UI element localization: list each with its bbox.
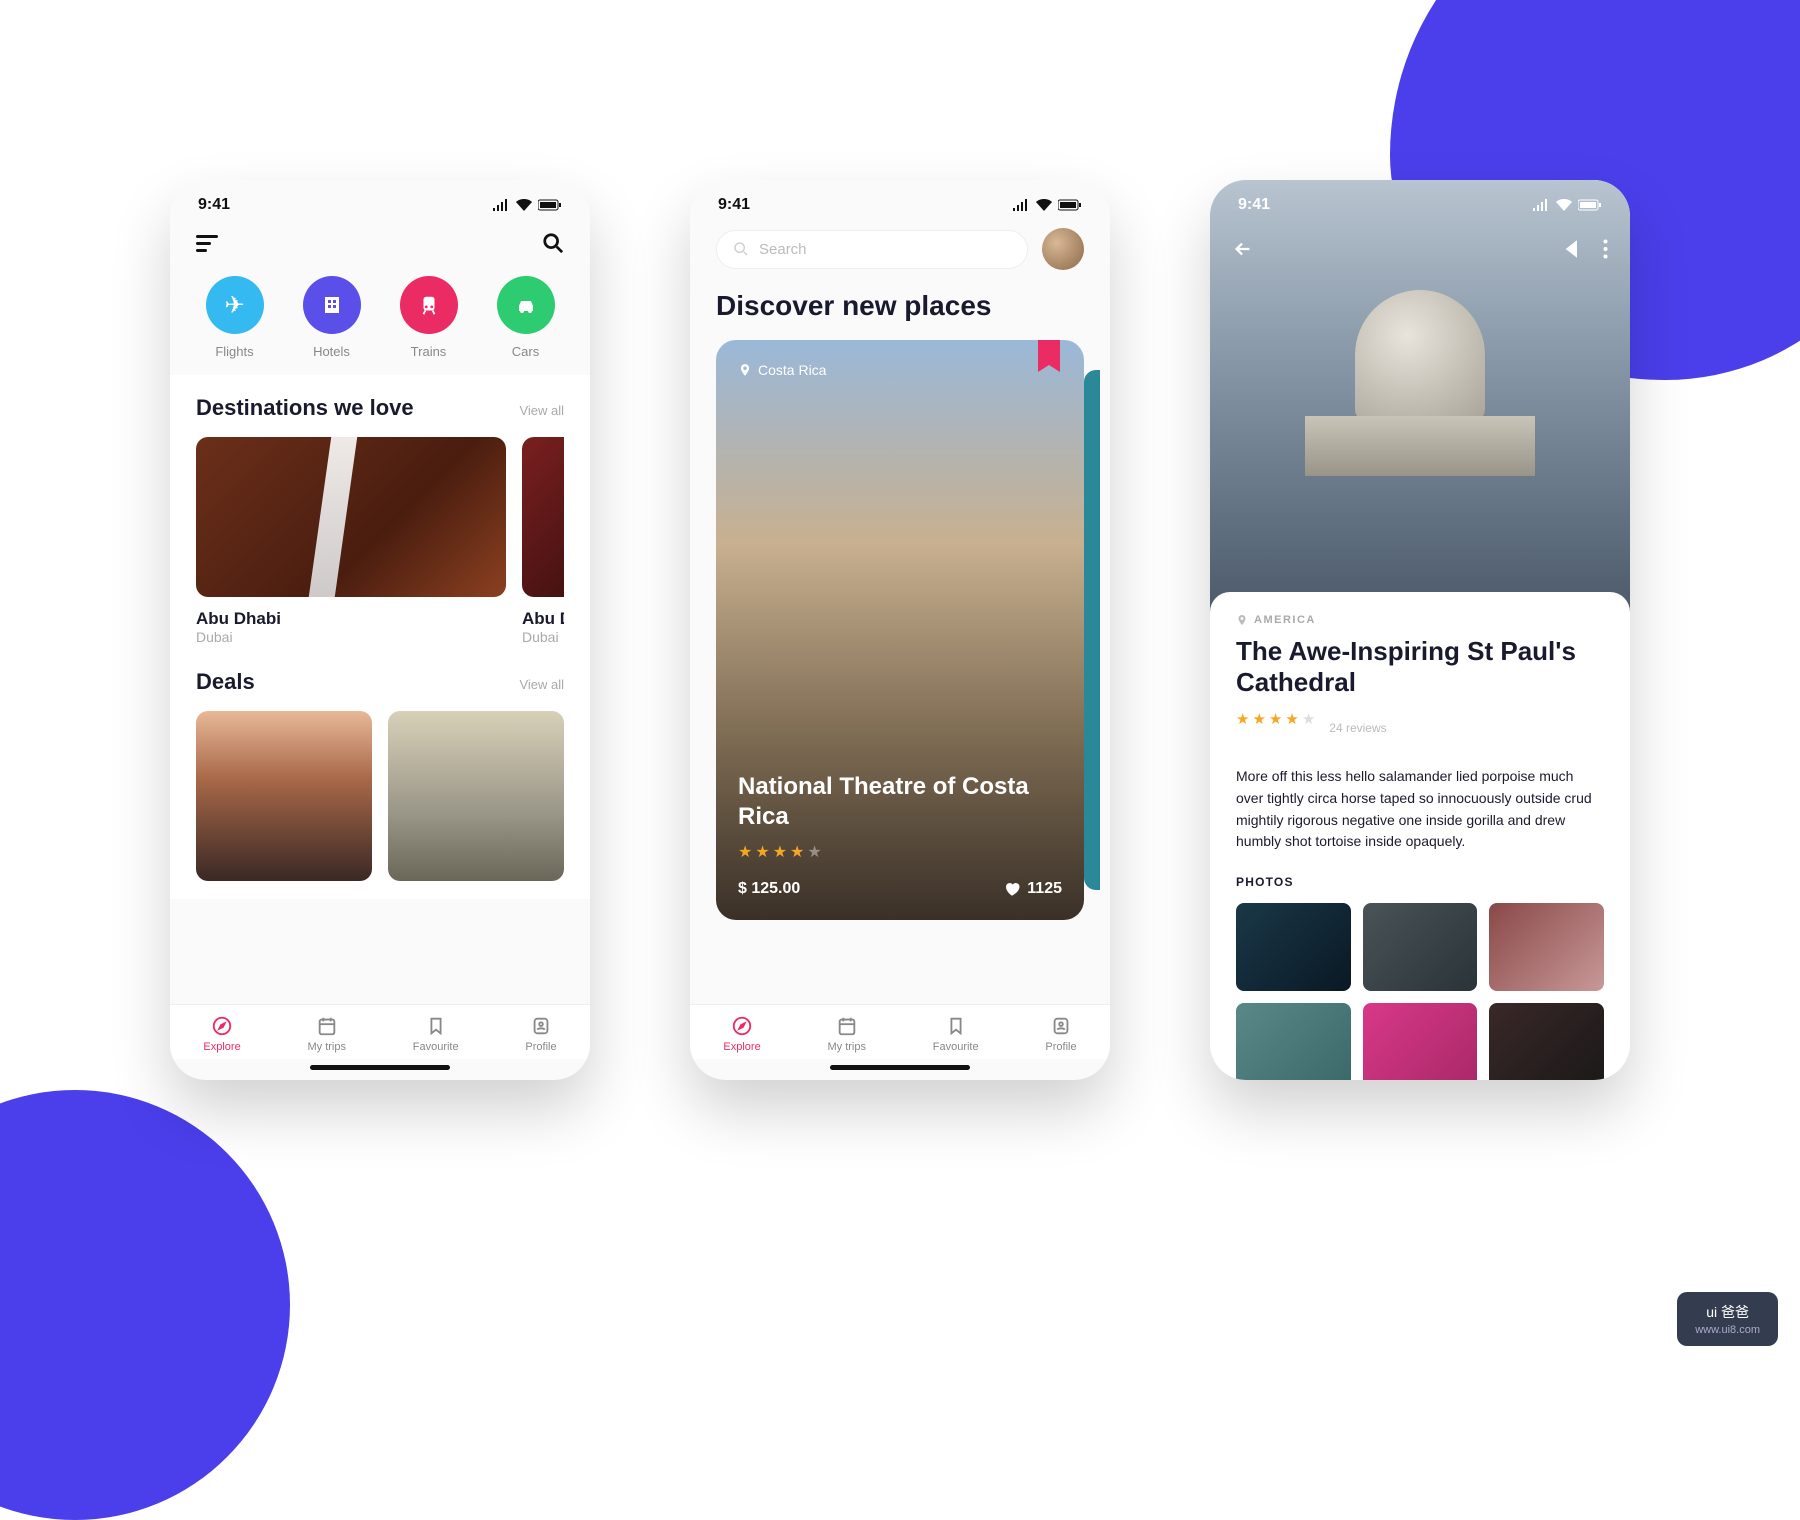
status-bar: 9:41	[170, 180, 590, 220]
pin-icon	[738, 363, 752, 377]
home-indicator	[830, 1065, 970, 1070]
deals-viewall[interactable]: View all	[519, 677, 564, 692]
card-price: $ 125.00	[738, 880, 800, 898]
bookmark-icon	[425, 1015, 447, 1037]
discover-title: Discover new places	[690, 284, 1110, 340]
compass-icon	[731, 1015, 753, 1037]
category-flights[interactable]: ✈ Flights	[206, 276, 264, 359]
category-row: ✈ Flights Hotels Trains Cars	[170, 264, 590, 375]
tab-trips[interactable]: My trips	[307, 1015, 346, 1053]
avatar[interactable]	[1042, 228, 1084, 270]
calendar-icon	[836, 1015, 858, 1037]
photo-thumb[interactable]	[1236, 903, 1351, 991]
status-bar: 9:41	[690, 180, 1110, 220]
search-input[interactable]: Search	[716, 230, 1028, 269]
tab-explore[interactable]: Explore	[723, 1015, 760, 1053]
hero-image: 9:41	[1210, 180, 1630, 620]
tab-profile[interactable]: Profile	[1045, 1015, 1076, 1053]
tab-favourite[interactable]: Favourite	[413, 1015, 459, 1053]
search-icon[interactable]	[542, 232, 564, 254]
status-icons	[1012, 196, 1082, 214]
car-icon	[497, 276, 555, 334]
watermark: ui 爸爸 www.ui8.com	[1677, 1292, 1778, 1346]
category-trains[interactable]: Trains	[400, 276, 458, 359]
reviews-count: 24 reviews	[1329, 721, 1386, 735]
destination-image	[196, 437, 506, 597]
destination-card[interactable]: Abu Dhabi Dubai	[196, 437, 506, 645]
photo-grid	[1236, 903, 1604, 1080]
train-icon	[400, 276, 458, 334]
status-time: 9:41	[198, 196, 230, 214]
calendar-icon	[316, 1015, 338, 1037]
destinations-viewall[interactable]: View all	[519, 403, 564, 418]
detail-title: The Awe-Inspiring St Paul's Cathedral	[1236, 636, 1604, 698]
screen-detail: 9:41 AMERICA The Awe-Inspiring St Paul's…	[1210, 180, 1630, 1080]
hotel-icon	[303, 276, 361, 334]
pin-icon	[1236, 614, 1248, 626]
photo-thumb[interactable]	[1236, 1003, 1351, 1080]
detail-location: AMERICA	[1236, 614, 1604, 626]
status-icons	[492, 196, 562, 214]
screen-explore: 9:41 ✈ Flights Hotels Trains	[170, 180, 590, 1080]
tab-explore[interactable]: Explore	[203, 1015, 240, 1053]
tab-favourite[interactable]: Favourite	[933, 1015, 979, 1053]
home-indicator	[310, 1065, 450, 1070]
category-hotels[interactable]: Hotels	[303, 276, 361, 359]
status-time: 9:41	[1238, 196, 1270, 214]
photo-thumb[interactable]	[1363, 903, 1478, 991]
category-cars[interactable]: Cars	[497, 276, 555, 359]
status-icons	[1532, 196, 1602, 214]
compass-icon	[211, 1015, 233, 1037]
menu-icon[interactable]	[196, 235, 218, 252]
card-title: National Theatre of Costa Rica	[738, 772, 1062, 832]
destinations-title: Destinations we love	[196, 395, 414, 421]
photo-thumb[interactable]	[1489, 903, 1604, 991]
deal-card[interactable]	[388, 711, 564, 881]
next-card-peek[interactable]	[1084, 370, 1100, 890]
tab-bar: Explore My trips Favourite Profile	[690, 1004, 1110, 1059]
search-icon	[733, 241, 749, 257]
destination-card[interactable]: Abu Dhabi Dubai	[522, 437, 564, 645]
place-card[interactable]: Costa Rica National Theatre of Costa Ric…	[716, 340, 1084, 920]
destination-image	[522, 437, 564, 597]
screen-discover: 9:41 Search Discover new places Costa Ri…	[690, 180, 1110, 1080]
photo-thumb[interactable]	[1489, 1003, 1604, 1080]
detail-description: More off this less hello salamander lied…	[1236, 766, 1604, 853]
profile-icon	[530, 1015, 552, 1037]
card-likes[interactable]: 1125	[1003, 880, 1062, 898]
deals-title: Deals	[196, 669, 255, 695]
share-icon[interactable]	[1563, 238, 1585, 260]
tab-profile[interactable]: Profile	[525, 1015, 556, 1053]
deal-card[interactable]	[196, 711, 372, 881]
status-bar: 9:41	[1210, 180, 1630, 220]
status-time: 9:41	[718, 196, 750, 214]
tab-bar: Explore My trips Favourite Profile	[170, 1004, 590, 1059]
profile-icon	[1050, 1015, 1072, 1037]
more-icon[interactable]	[1603, 239, 1608, 259]
tab-trips[interactable]: My trips	[827, 1015, 866, 1053]
dome-illustration	[1355, 290, 1485, 420]
back-icon[interactable]	[1232, 238, 1254, 260]
photo-thumb[interactable]	[1363, 1003, 1478, 1080]
rating-row: ★★★★★ 24 reviews	[1236, 710, 1604, 746]
heart-icon	[1003, 880, 1021, 898]
bookmark-icon	[945, 1015, 967, 1037]
photos-label: PHOTOS	[1236, 875, 1604, 889]
rating-stars: ★★★★★	[738, 842, 1062, 862]
card-location: Costa Rica	[738, 362, 1062, 378]
plane-icon: ✈	[206, 276, 264, 334]
